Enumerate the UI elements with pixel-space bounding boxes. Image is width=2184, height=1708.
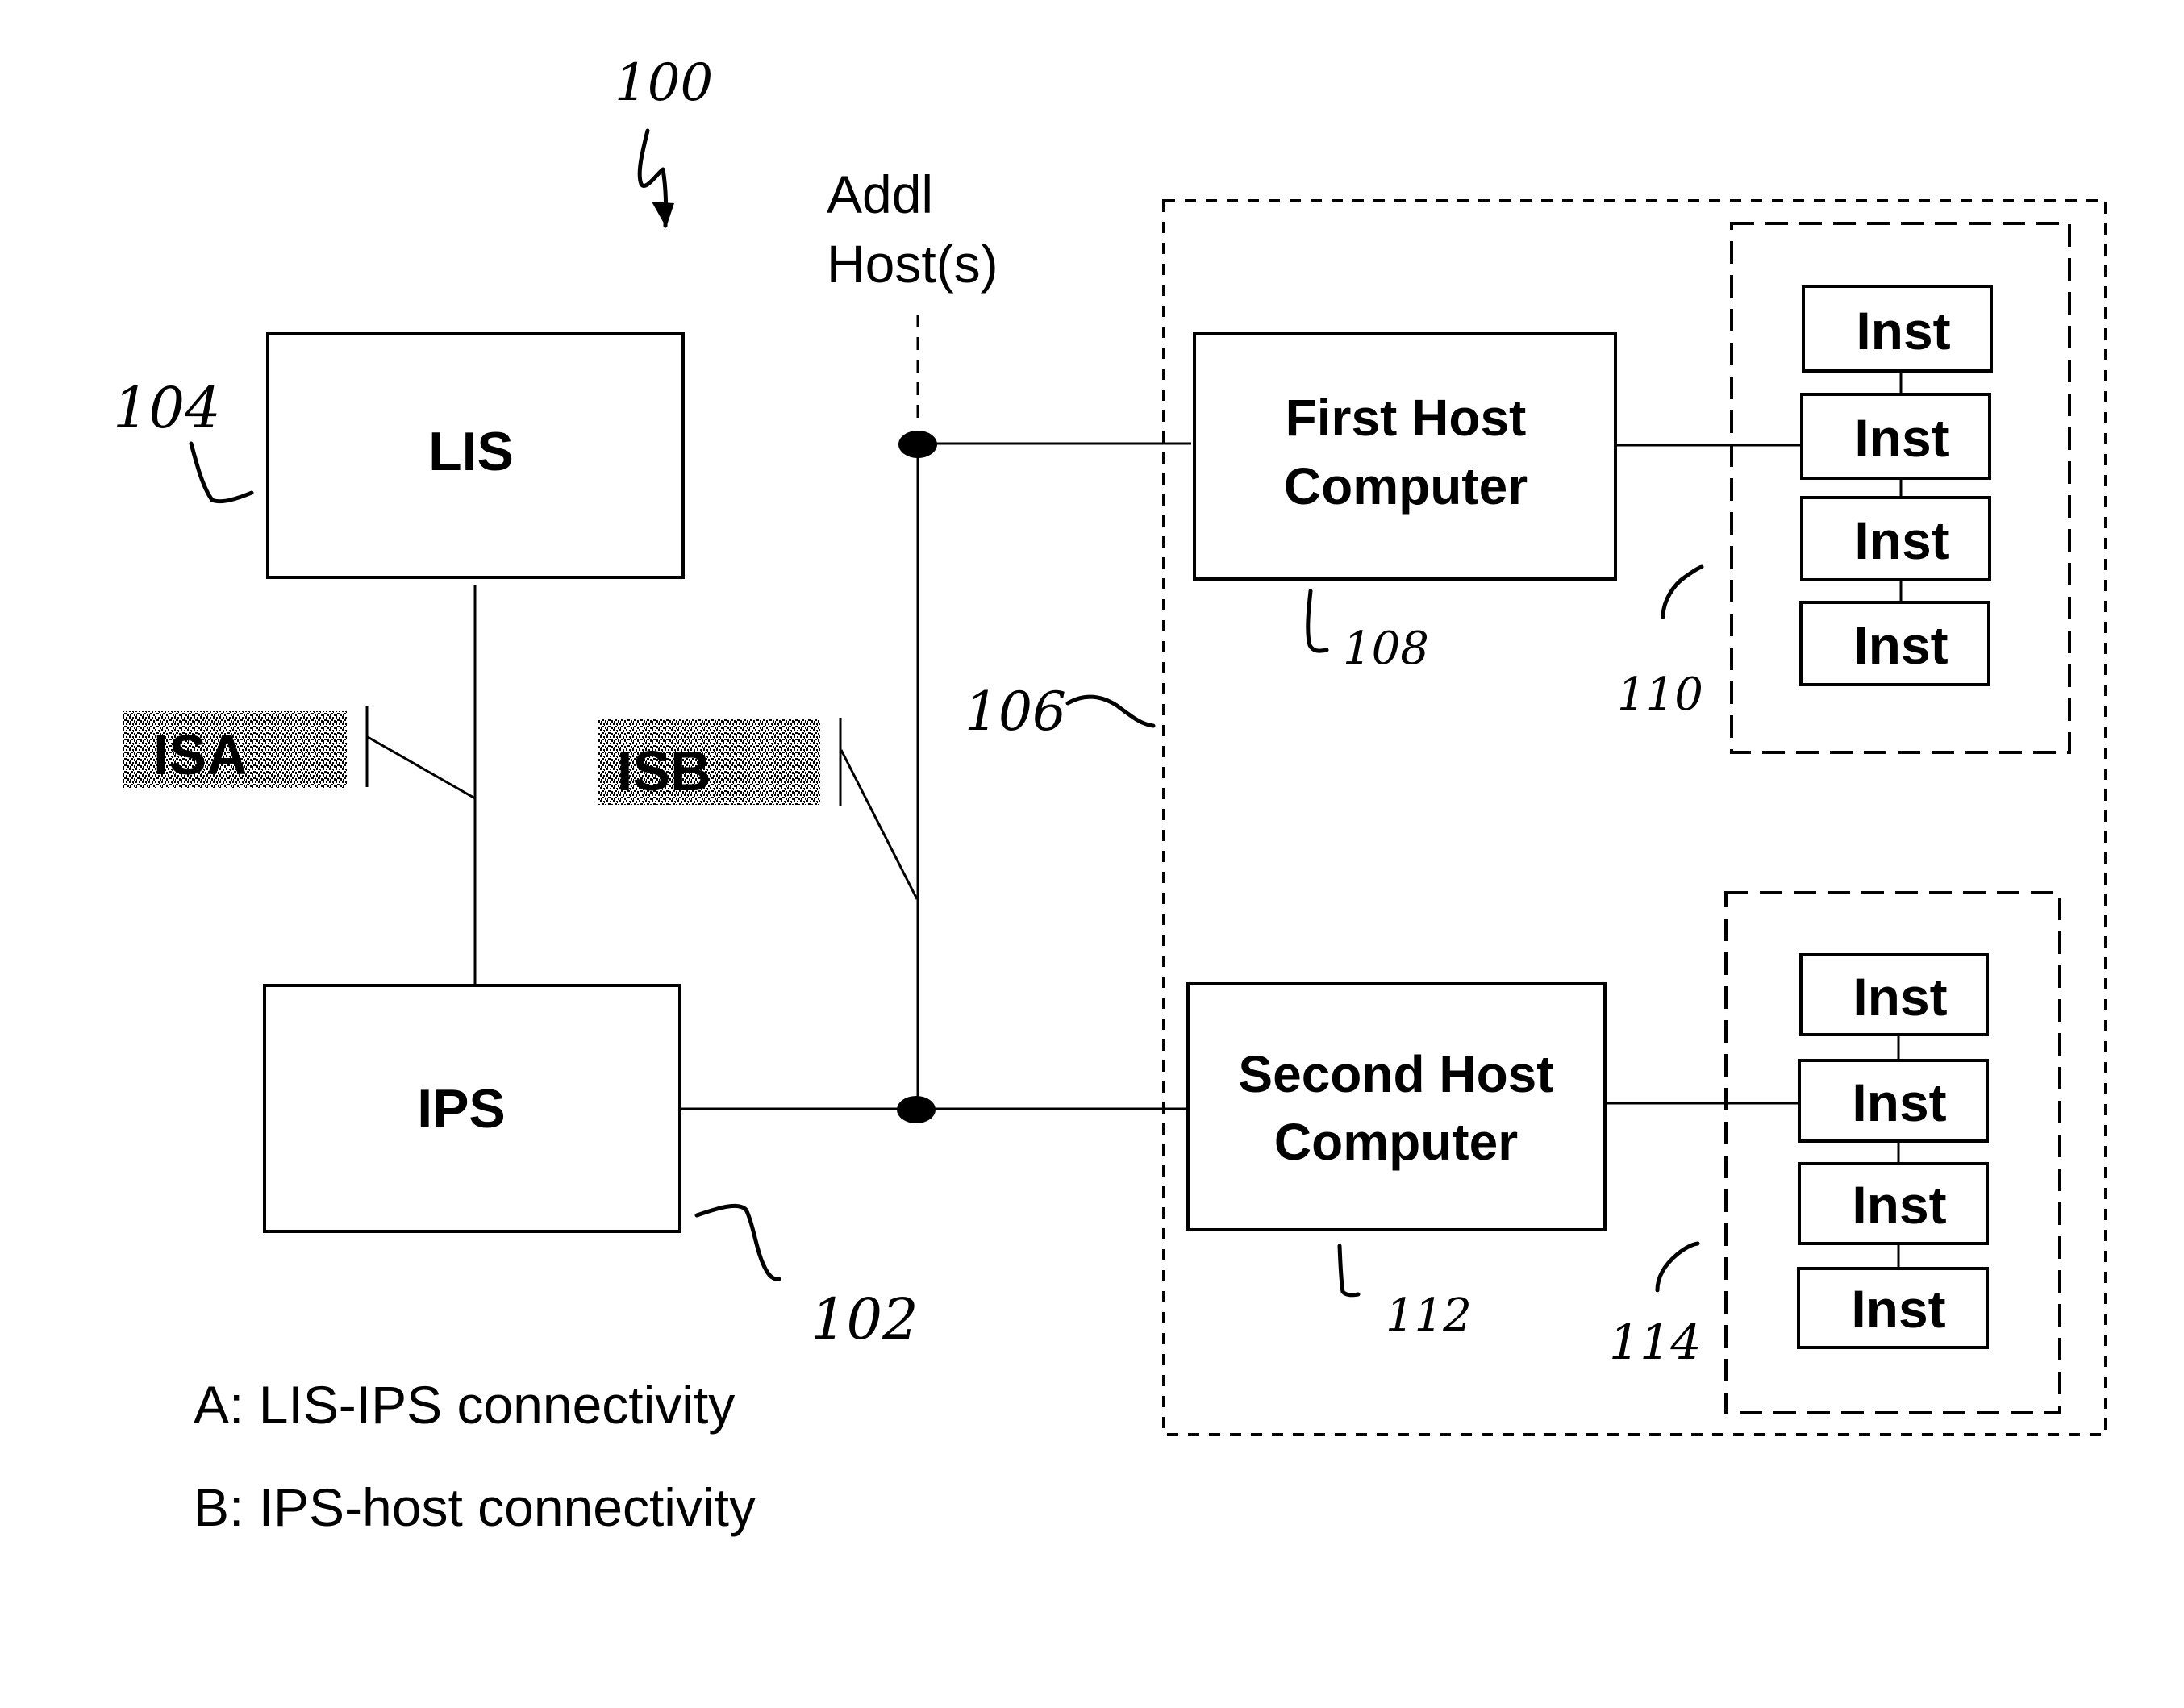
first-host-label-line-2: Computer	[1284, 457, 1528, 515]
ref-108-leader	[1306, 589, 1329, 653]
ref-102-label: 102	[811, 1286, 919, 1352]
first-host-box[interactable]	[1193, 332, 1617, 581]
ref-112-leader	[1337, 1244, 1361, 1298]
lis-node[interactable]: LIS	[266, 332, 685, 579]
legend-item-b: B: IPS-host connectivity	[194, 1477, 756, 1537]
isb-label: ISB	[617, 739, 711, 802]
ref-106-label: 106	[965, 681, 1066, 743]
second-instances-reference: 114	[1609, 1241, 1702, 1371]
instance[interactable]: Inst	[1798, 1059, 1989, 1143]
system-diagram: 100 LIS 104 ISA IPS 102 Addl Host(s) ISB…	[113, 53, 2107, 1537]
interface-marker-b: ISB	[598, 718, 919, 900]
ips-label: IPS	[417, 1078, 506, 1139]
isa-label: ISA	[153, 723, 248, 786]
instance[interactable]: Inst	[1800, 496, 1991, 581]
ref-110-label: 110	[1617, 669, 1703, 721]
first-host-label-line-1: First Host	[1286, 389, 1527, 447]
second-instances-stack: Inst Inst Inst Inst	[1797, 953, 1989, 1349]
ref-108-label: 108	[1343, 623, 1429, 675]
ref-104-leader	[189, 441, 254, 504]
instance-label: Inst	[1852, 1073, 1946, 1132]
legend: A: LIS-IPS connectivity B: IPS-host conn…	[194, 1375, 756, 1537]
junction-dot-bottom	[897, 1096, 936, 1123]
ref-110-leader	[1661, 564, 1704, 619]
isa-pointer	[367, 735, 476, 800]
lis-label: LIS	[428, 421, 514, 482]
first-host-reference: 108	[1306, 589, 1429, 675]
host-group-reference: 106	[965, 681, 1156, 743]
instance-label: Inst	[1854, 510, 1949, 570]
addl-label-line-1: Addl	[827, 165, 933, 224]
second-host-node[interactable]: Second Host Computer	[1186, 982, 1607, 1231]
ips-reference: 102	[694, 1203, 919, 1352]
second-host-box[interactable]	[1186, 982, 1607, 1231]
first-instances-stack: Inst Inst Inst Inst	[1799, 285, 1993, 686]
instance[interactable]: Inst	[1799, 601, 1990, 686]
figure-reference: 100	[615, 53, 713, 228]
lis-reference: 104	[113, 375, 254, 504]
junction-dot-top	[898, 431, 937, 458]
ref-104-label: 104	[113, 375, 221, 441]
ref-114-label: 114	[1609, 1314, 1702, 1371]
second-host-label-line-2: Computer	[1274, 1113, 1518, 1171]
instance[interactable]: Inst	[1797, 1267, 1989, 1349]
ref-106-leader	[1065, 694, 1156, 728]
isb-suffix: B	[670, 739, 711, 802]
instance[interactable]: Inst	[1799, 953, 1989, 1036]
instance-label: Inst	[1853, 615, 1948, 675]
isa-prefix: IS	[153, 723, 206, 786]
legend-item-a: A: LIS-IPS connectivity	[194, 1375, 735, 1435]
interface-marker-a: ISA	[123, 706, 476, 800]
ref-102-leader	[694, 1203, 781, 1281]
first-host-node[interactable]: First Host Computer	[1193, 332, 1617, 581]
instance-label: Inst	[1852, 1175, 1946, 1235]
additional-hosts-label: Addl Host(s)	[827, 165, 998, 294]
ref-114-leader	[1655, 1241, 1700, 1293]
ref-112-label: 112	[1386, 1289, 1472, 1342]
instance-label: Inst	[1851, 1279, 1945, 1339]
second-host-label-line-1: Second Host	[1238, 1045, 1553, 1103]
instance[interactable]: Inst	[1802, 285, 1993, 373]
instance-label: Inst	[1853, 967, 1947, 1027]
instance[interactable]: Inst	[1800, 393, 1991, 480]
isb-prefix: IS	[617, 739, 670, 802]
instance-label: Inst	[1854, 408, 1949, 468]
second-host-reference: 112	[1337, 1244, 1472, 1342]
isa-suffix: A	[206, 723, 248, 786]
isb-pointer	[840, 749, 919, 900]
first-instances-reference: 110	[1617, 564, 1704, 721]
ref-100-label: 100	[615, 53, 713, 113]
instance[interactable]: Inst	[1798, 1162, 1989, 1245]
addl-label-line-2: Host(s)	[827, 234, 998, 294]
arrow-head-icon	[652, 202, 674, 227]
instance-label: Inst	[1856, 301, 1950, 360]
host-bus	[680, 315, 1191, 1123]
ips-node[interactable]: IPS	[263, 984, 681, 1233]
